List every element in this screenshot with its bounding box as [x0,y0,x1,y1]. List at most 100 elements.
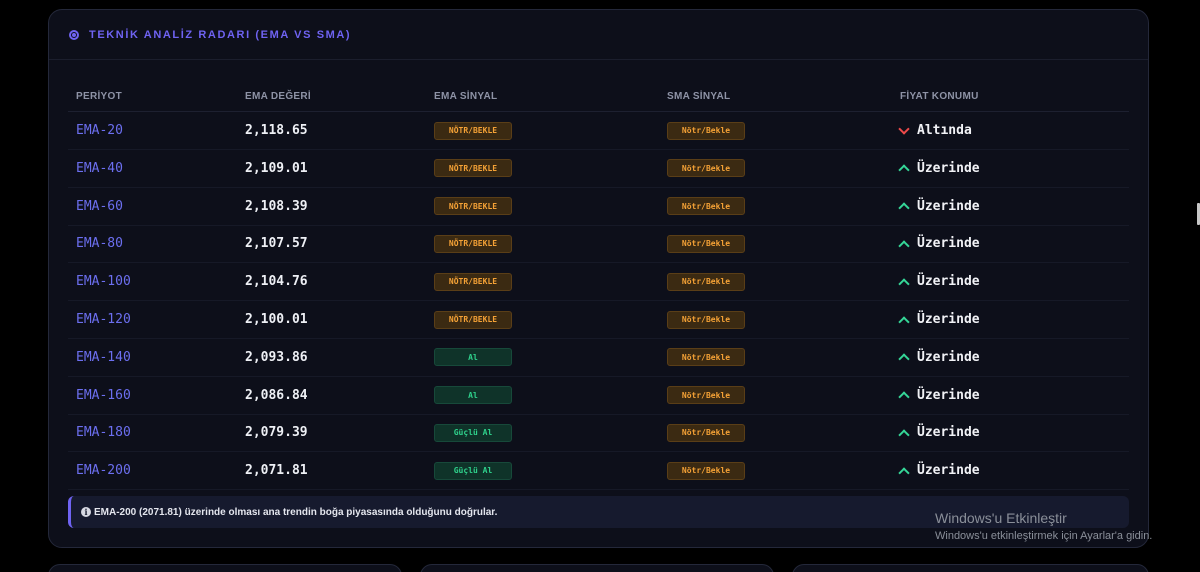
ema-signal-cell: NÖTR/BEKLE [434,263,512,300]
price-position-label: Altında [917,123,972,138]
price-position-cell: Üzerinde [898,339,980,376]
table-row[interactable]: EMA-40 2,109.01 NÖTR/BEKLE Nötr/Bekle Üzerin… [68,150,1129,188]
ema-signal-badge: NÖTR/BEKLE [434,159,512,178]
watermark-subtitle: Windows'u etkinleştirmek için Ayarlar'a … [935,530,1153,543]
radar-icon [69,29,79,40]
table-row[interactable]: EMA-100 2,104.76 NÖTR/BEKLE Nötr/Bekle Üzeri… [68,263,1129,302]
chevron-up-icon [898,240,910,252]
ema-signal-cell: NÖTR/BEKLE [434,225,512,262]
period-cell: EMA-20 [76,123,123,138]
column-header-ema-signal[interactable]: EMA SİNYAL [434,91,497,102]
chevron-up-icon [898,467,910,479]
price-position-cell: Altında [898,112,972,149]
ema-value-cell: 2,071.81 [245,463,308,479]
table-row[interactable]: EMA-20 2,118.65 NÖTR/BEKLE Nötr/Bekle Altınd… [68,112,1129,150]
ema-value-cell: 2,118.65 [245,123,308,138]
ema-value-cell: 2,109.01 [245,160,308,176]
ema-signal-cell: Al [434,339,512,376]
chevron-up-icon [898,429,910,441]
table-row[interactable]: EMA-60 2,108.39 NÖTR/BEKLE Nötr/Bekle Üzerin… [68,188,1129,226]
column-header-period[interactable]: PERİYOT [76,91,122,102]
period-cell: EMA-120 [76,312,131,327]
ema-value-cell: 2,108.39 [245,198,308,214]
windows-activation-watermark: Windows'u Etkinleştir Windows'u etkinleş… [935,509,1152,543]
ema-signal-badge: NÖTR/BEKLE [434,234,512,253]
column-header-price-position[interactable]: FİYAT KONUMU [900,91,979,102]
bottom-card-middle [420,564,774,572]
sma-signal-badge: Nötr/Bekle [667,234,745,253]
ema-signal-badge: Güçlü Al [434,423,512,442]
ema-signal-badge: NÖTR/BEKLE [434,121,512,140]
ema-value-cell: 2,100.01 [245,312,308,327]
price-position-label: Üzerinde [917,387,980,403]
ema-value-cell: 2,086.84 [245,387,308,403]
table-row[interactable]: EMA-80 2,107.57 NÖTR/BEKLE Nötr/Bekle Üzerin… [68,225,1129,264]
sma-signal-badge: Nötr/Bekle [667,197,745,216]
price-position-label: Üzerinde [917,236,980,252]
ema-signal-badge: NÖTR/BEKLE [434,310,512,329]
price-position-label: Üzerinde [917,198,980,214]
ema-signal-cell: NÖTR/BEKLE [434,112,512,149]
sma-signal-badge: Nötr/Bekle [667,423,745,442]
sma-signal-cell: Nötr/Bekle [667,452,745,489]
price-position-cell: Üzerinde [898,263,980,300]
technical-radar-panel: TEKNİK ANALİZ RADARI (EMA VS SMA) PERİYO… [48,9,1149,548]
chevron-up-icon [898,353,910,365]
sma-signal-cell: Nötr/Bekle [667,188,745,225]
sma-signal-cell: Nötr/Bekle [667,377,745,414]
ema-signal-badge: NÖTR/BEKLE [434,272,512,291]
info-icon: i [81,507,91,517]
price-position-label: Üzerinde [917,274,980,290]
ema-signal-cell: NÖTR/BEKLE [434,150,512,187]
sma-signal-badge: Nötr/Bekle [667,310,745,329]
panel-header: TEKNİK ANALİZ RADARI (EMA VS SMA) [49,10,1148,60]
sma-signal-badge: Nötr/Bekle [667,386,745,405]
ema-signal-badge: NÖTR/BEKLE [434,197,512,216]
price-position-cell: Üzerinde [898,150,980,187]
ema-signal-cell: Al [434,377,512,414]
period-cell: EMA-140 [76,349,131,365]
period-cell: EMA-200 [76,463,131,479]
price-position-cell: Üzerinde [898,452,980,489]
table-row[interactable]: EMA-200 2,071.81 Güçlü Al Nötr/Bekle Üzerind… [68,452,1129,491]
period-cell: EMA-100 [76,274,131,290]
chevron-up-icon [898,315,910,328]
period-cell: EMA-60 [76,198,123,214]
sma-signal-cell: Nötr/Bekle [667,339,745,376]
ema-signal-cell: Güçlü Al [434,414,512,451]
period-cell: EMA-40 [76,160,123,176]
sma-signal-badge: Nötr/Bekle [667,159,745,178]
ema-value-cell: 2,079.39 [245,425,308,441]
sma-signal-cell: Nötr/Bekle [667,150,745,187]
ema-value-cell: 2,107.57 [245,236,308,252]
bottom-card-left [48,564,402,572]
table-row[interactable]: EMA-160 2,086.84 Al Nötr/Bekle Üzerinde [68,377,1129,415]
price-position-cell: Üzerinde [898,414,980,451]
sma-signal-badge: Nötr/Bekle [667,348,745,367]
column-header-sma-signal[interactable]: SMA SİNYAL [667,91,730,102]
ema-signal-cell: NÖTR/BEKLE [434,301,512,338]
sma-signal-cell: Nötr/Bekle [667,225,745,262]
watermark-title: Windows'u Etkinleştir [935,510,1067,526]
chevron-up-icon [898,164,910,176]
period-cell: EMA-160 [76,387,131,403]
ema-signal-badge: Al [434,348,512,367]
column-header-ema-value[interactable]: EMA DEĞERİ [245,91,311,102]
table-row[interactable]: EMA-120 2,100.01 NÖTR/BEKLE Nötr/Bekle Üzeri… [68,301,1129,339]
price-position-label: Üzerinde [917,312,980,327]
table-row[interactable]: EMA-180 2,079.39 Güçlü Al Nötr/Bekle Üzerind… [68,414,1129,453]
price-position-cell: Üzerinde [898,188,980,225]
price-position-cell: Üzerinde [898,225,980,262]
sma-signal-badge: Nötr/Bekle [667,461,745,480]
table-header: PERİYOT EMA DEĞERİ EMA SİNYAL SMA SİNYAL… [68,76,1129,112]
price-position-cell: Üzerinde [898,301,980,338]
sma-signal-badge: Nötr/Bekle [667,121,745,140]
price-position-label: Üzerinde [917,425,980,441]
table-row[interactable]: EMA-140 2,093.86 Al Nötr/Bekle Üzerinde [68,339,1129,377]
sma-signal-cell: Nötr/Bekle [667,414,745,451]
ema-value-cell: 2,093.86 [245,349,308,365]
sma-signal-cell: Nötr/Bekle [667,263,745,300]
period-cell: EMA-80 [76,236,123,252]
ema-value-cell: 2,104.76 [245,274,308,290]
ema-signal-badge: Al [434,386,512,405]
